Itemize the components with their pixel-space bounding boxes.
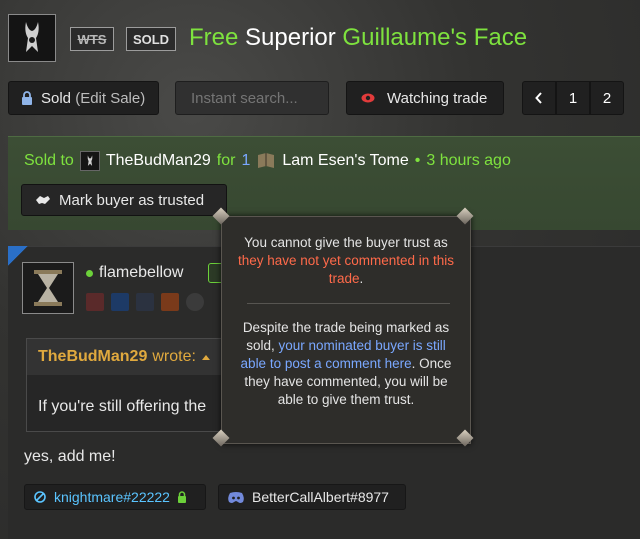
discord-icon [228, 491, 244, 503]
sold-tag: SOLD [126, 27, 176, 51]
dot-separator: • [414, 152, 421, 169]
page-title: Free Superior Guillaume's Face [189, 24, 527, 52]
battlenet-tag: knightmare#22222 [54, 489, 170, 505]
battlenet-badge-icon[interactable] [111, 293, 129, 311]
watching-trade-button[interactable]: Watching trade [346, 81, 504, 115]
title-quality: Superior [245, 24, 336, 51]
buyer-avatar[interactable] [79, 151, 100, 171]
tooltip-p1-a: You cannot give the buyer trust as [244, 235, 448, 250]
poster-username[interactable]: flamebellow [86, 264, 183, 282]
discord-tag: BetterCallAlbert#8977 [252, 489, 389, 505]
tome-icon [258, 153, 275, 168]
edit-sale-label: (Edit Sale) [75, 89, 146, 107]
quote-wrote: wrote: [152, 348, 196, 365]
caret-up-icon[interactable] [201, 353, 211, 361]
buyer-name-link[interactable]: TheBudMan29 [106, 152, 211, 170]
tooltip-p1-c: . [359, 271, 364, 286]
title-item: Guillaume's Face [342, 24, 528, 51]
tooltip-paragraph-1: You cannot give the buyer trust as they … [236, 234, 456, 288]
discord-tag-chip[interactable]: BetterCallAlbert#8977 [218, 484, 406, 510]
watching-trade-label: Watching trade [387, 89, 488, 107]
tooltip-divider [247, 303, 450, 304]
wts-tag: WTS [70, 27, 114, 51]
avatar-image [25, 22, 39, 52]
poster-avatar[interactable] [22, 262, 74, 314]
title-free: Free [189, 24, 239, 51]
globe-badge-icon[interactable] [186, 293, 204, 311]
eye-icon [361, 93, 375, 103]
lock-icon [22, 91, 32, 105]
mark-buyer-trusted-button[interactable]: Mark buyer as trusted [21, 184, 227, 216]
sold-label: Sold [41, 89, 72, 107]
item-name-link[interactable]: Lam Esen's Tome [282, 152, 408, 170]
reply-text: yes, add me! [24, 448, 116, 465]
tooltip-p1-b: they have not yet commented in this trad… [237, 253, 455, 286]
instant-search-input[interactable] [175, 81, 329, 115]
battlenet-icon [34, 491, 46, 503]
poster-username-label: flamebellow [99, 264, 184, 281]
quote-author[interactable]: TheBudMan29 [38, 348, 147, 366]
chevron-left-icon [535, 92, 542, 104]
lock-icon [177, 491, 186, 503]
hourglass-avatar-image [34, 270, 62, 306]
battlenet-tag-chip[interactable]: knightmare#22222 [24, 484, 206, 510]
crossed-weapons-badge-icon[interactable] [161, 293, 179, 311]
pager-prev-button[interactable] [522, 81, 556, 115]
sold-time: 3 hours ago [426, 152, 511, 169]
tooltip-paragraph-2: Despite the trade being marked as sold, … [236, 319, 456, 409]
pager-page-1[interactable]: 1 [556, 81, 590, 115]
sold-edit-sale-button[interactable]: Sold (Edit Sale) [8, 81, 159, 115]
sold-info-line: Sold to TheBudMan29 for 1 Lam Esen's Tom… [24, 151, 511, 171]
for-label: for [216, 152, 236, 169]
pager-page-2[interactable]: 2 [590, 81, 624, 115]
seller-avatar[interactable] [8, 14, 56, 62]
skull-badge-icon[interactable] [136, 293, 154, 311]
character-badge-icon[interactable] [86, 293, 104, 311]
buyer-avatar-image [87, 155, 93, 166]
handshake-icon [36, 196, 50, 204]
badge-row [86, 293, 204, 311]
quantity: 1 [241, 152, 251, 169]
quote-header: TheBudMan29 wrote: [27, 339, 241, 375]
sold-to-label: Sold to [24, 152, 74, 169]
mark-buyer-trusted-label: Mark buyer as trusted [59, 191, 205, 209]
quote-text: If you're still offering the [38, 398, 207, 415]
online-indicator [86, 269, 93, 277]
